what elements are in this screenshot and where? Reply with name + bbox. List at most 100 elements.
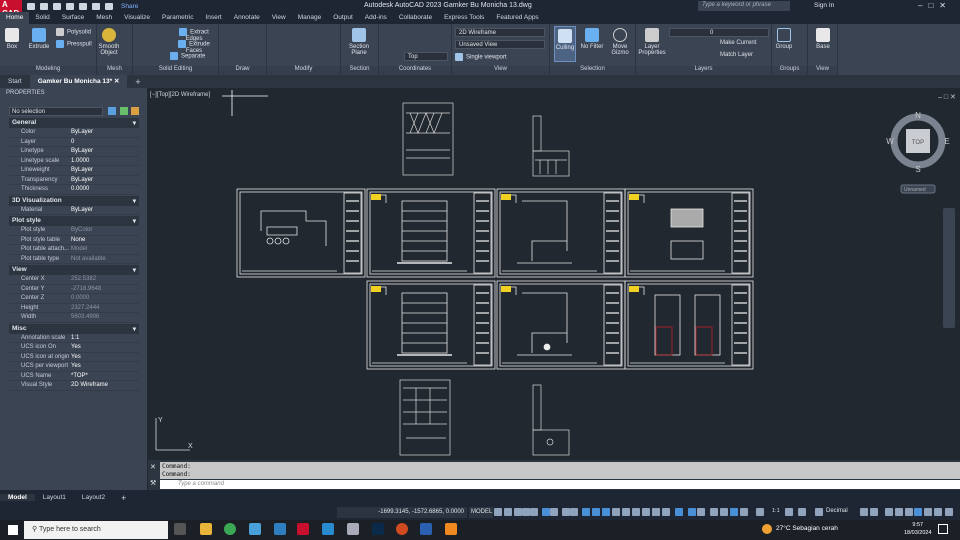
move-gizmo-button[interactable]: Move Gizmo xyxy=(608,28,632,56)
status-toggle-icon[interactable] xyxy=(612,508,620,516)
status-toggle-icon[interactable] xyxy=(662,508,670,516)
modeling-panel-label[interactable]: Modeling xyxy=(0,66,96,75)
property-row[interactable]: Layer 0 xyxy=(9,138,139,147)
property-value[interactable]: *TOP* xyxy=(71,372,139,381)
status-toggle-icon[interactable] xyxy=(895,508,903,516)
property-value[interactable]: Yes xyxy=(71,362,139,371)
close-command-icon[interactable]: ✕ xyxy=(150,463,156,471)
status-toggle-icon[interactable] xyxy=(730,508,738,516)
tab-output[interactable]: Output xyxy=(327,12,359,24)
tab-solid[interactable]: Solid xyxy=(29,12,55,24)
layers-panel-label[interactable]: Layers xyxy=(636,66,771,75)
modify-panel-label[interactable]: Modify xyxy=(267,66,340,75)
status-toggle-icon[interactable] xyxy=(914,508,922,516)
status-toggle-icon[interactable] xyxy=(675,508,683,516)
smooth-object-button[interactable]: Smooth Object xyxy=(97,28,121,56)
status-toggle-icon[interactable] xyxy=(756,508,764,516)
redo-icon[interactable] xyxy=(105,2,113,10)
annotation-scale[interactable]: 1:1 xyxy=(772,508,780,514)
status-toggle-icon[interactable] xyxy=(720,508,728,516)
status-toggle-icon[interactable] xyxy=(697,508,705,516)
base-button[interactable]: Base xyxy=(812,28,834,50)
culling-button[interactable]: Culling xyxy=(554,26,576,62)
property-value[interactable]: Yes xyxy=(71,353,139,362)
status-toggle-icon[interactable] xyxy=(798,508,806,516)
word-icon[interactable] xyxy=(420,523,432,535)
status-toggle-icon[interactable] xyxy=(504,508,512,516)
property-group-header[interactable]: Misc ▾ xyxy=(9,323,139,334)
help-search-input[interactable]: Type a keyword or phrase xyxy=(698,1,790,11)
drawing-canvas[interactable]: Y X TOP N S W E Unnamed – □ ✕ xyxy=(148,88,960,460)
tab-add-ins[interactable]: Add-ins xyxy=(359,12,393,24)
file-explorer-icon[interactable] xyxy=(200,523,212,535)
property-row[interactable]: Transparency ByLayer xyxy=(9,176,139,185)
status-toggle-icon[interactable] xyxy=(622,508,630,516)
property-value[interactable]: ByLayer xyxy=(71,166,139,175)
status-toggle-icon[interactable] xyxy=(570,508,578,516)
model-space-button[interactable]: MODEL xyxy=(469,507,493,518)
property-group-header[interactable]: Plot style ▾ xyxy=(9,216,139,226)
property-row[interactable]: Height 2327.2444 xyxy=(9,304,139,313)
property-row[interactable]: Center Z 0.0000 xyxy=(9,294,139,304)
status-toggle-icon[interactable] xyxy=(542,508,550,516)
view-panel-2-label[interactable]: View xyxy=(808,66,837,75)
layer-properties-button[interactable]: Layer Properties xyxy=(638,28,666,56)
taskbar-search[interactable]: ⚲ Type here to search xyxy=(24,521,168,539)
status-toggle-icon[interactable] xyxy=(688,508,696,516)
draw-panel-label[interactable]: Draw xyxy=(219,66,266,75)
status-toggle-icon[interactable] xyxy=(934,508,942,516)
status-toggle-icon[interactable] xyxy=(815,508,823,516)
solid-editing-panel-label[interactable]: Solid Editing xyxy=(133,66,218,75)
presspull-button[interactable]: Presspull xyxy=(56,40,92,48)
property-row[interactable]: Center X 252.5382 xyxy=(9,275,139,285)
navigation-bar[interactable] xyxy=(943,208,955,328)
property-row[interactable]: Linetype ByLayer xyxy=(9,147,139,157)
status-toggle-icon[interactable] xyxy=(870,508,878,516)
property-row[interactable]: Linetype scale 1.0000 xyxy=(9,157,139,166)
add-layout-button[interactable]: + xyxy=(113,493,134,503)
view-panel-label[interactable]: View xyxy=(452,66,549,75)
weather-icon[interactable] xyxy=(762,524,772,534)
property-group-header[interactable]: 3D Visualization ▾ xyxy=(9,195,139,206)
mesh-panel-label[interactable]: Mesh xyxy=(97,66,132,75)
tab-annotate[interactable]: Annotate xyxy=(228,12,266,24)
property-value[interactable]: 0.0000 xyxy=(71,294,139,303)
notification-icon[interactable] xyxy=(938,524,948,534)
viewport-label[interactable]: [−][Top][2D Wireframe] xyxy=(150,92,210,98)
property-value[interactable]: 0.0000 xyxy=(71,185,139,194)
tab-featured-apps[interactable]: Featured Apps xyxy=(490,12,544,24)
property-group-header[interactable]: General ▾ xyxy=(9,118,139,128)
status-toggle-icon[interactable] xyxy=(494,508,502,516)
status-toggle-icon[interactable] xyxy=(514,508,522,516)
property-value[interactable]: Not available xyxy=(71,255,139,264)
property-value[interactable]: 2D Wireframe xyxy=(71,381,139,390)
property-value[interactable]: 252.5382 xyxy=(71,275,139,284)
customize-wrench-icon[interactable]: ⚒ xyxy=(150,479,156,487)
selection-dropdown[interactable]: No selection xyxy=(9,107,103,116)
status-toggle-icon[interactable] xyxy=(582,508,590,516)
property-row[interactable]: UCS per viewport Yes xyxy=(9,362,139,372)
property-value[interactable]: 5603.4906 xyxy=(71,313,139,322)
toggle-pickadd-icon[interactable] xyxy=(108,107,116,115)
save-as-icon[interactable] xyxy=(66,2,74,10)
property-row[interactable]: Color ByLayer xyxy=(9,128,139,138)
open-icon[interactable] xyxy=(40,2,48,10)
section-plane-button[interactable]: Section Plane xyxy=(344,28,374,56)
tab-express-tools[interactable]: Express Tools xyxy=(438,12,490,24)
select-objects-icon[interactable] xyxy=(120,107,128,115)
quick-select-icon[interactable] xyxy=(131,107,139,115)
3dsmax-icon[interactable] xyxy=(322,523,334,535)
status-toggle-icon[interactable] xyxy=(945,508,953,516)
property-row[interactable]: UCS Name *TOP* xyxy=(9,372,139,381)
tab-layout2[interactable]: Layout2 xyxy=(74,494,113,501)
property-value[interactable]: ByLayer xyxy=(71,176,139,185)
status-toggle-icon[interactable] xyxy=(710,508,718,516)
status-toggle-icon[interactable] xyxy=(602,508,610,516)
status-toggle-icon[interactable] xyxy=(562,508,570,516)
autocad-logo[interactable]: A CAD xyxy=(0,0,22,18)
drawing-viewport[interactable]: Y X TOP N S W E Unnamed – □ ✕ xyxy=(148,88,960,460)
status-toggle-icon[interactable] xyxy=(550,508,558,516)
command-input[interactable]: Type a command xyxy=(160,480,960,489)
property-row[interactable]: Plot style ByColor xyxy=(9,226,139,236)
clock[interactable]: 9:57 18/03/2024 xyxy=(904,521,932,537)
